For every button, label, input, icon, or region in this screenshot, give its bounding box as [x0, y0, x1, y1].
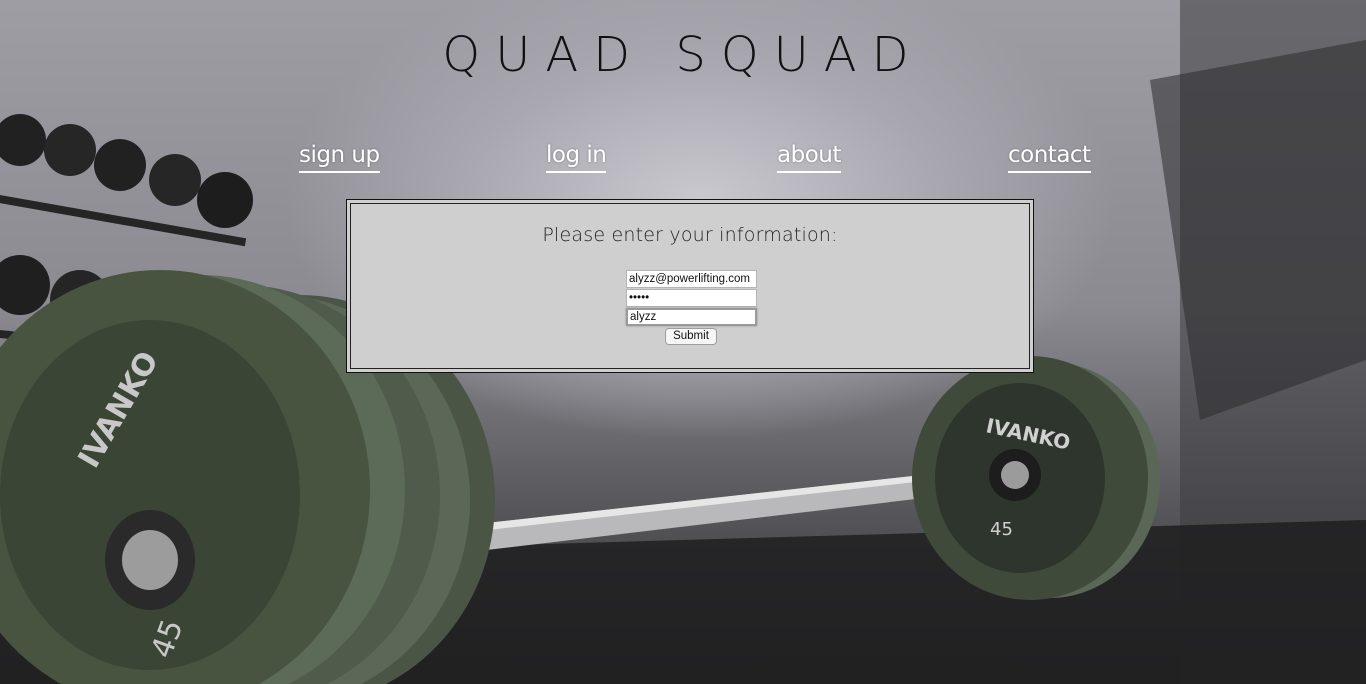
- signup-form-panel: Please enter your information: Submit: [346, 199, 1034, 373]
- nav-link-sign-up[interactable]: sign up: [299, 140, 380, 173]
- form-prompt: Please enter your information:: [542, 224, 838, 246]
- right-plate-weight: 45: [990, 519, 1013, 540]
- nav-link-about[interactable]: about: [777, 140, 841, 173]
- nav-link-log-in[interactable]: log in: [546, 140, 607, 173]
- site-title: QUAD SQUAD: [442, 27, 924, 83]
- nav-link-contact[interactable]: contact: [1008, 140, 1091, 173]
- email-field[interactable]: [626, 270, 757, 288]
- password-field[interactable]: [626, 289, 757, 307]
- submit-button[interactable]: Submit: [665, 328, 717, 345]
- username-field[interactable]: [626, 308, 757, 326]
